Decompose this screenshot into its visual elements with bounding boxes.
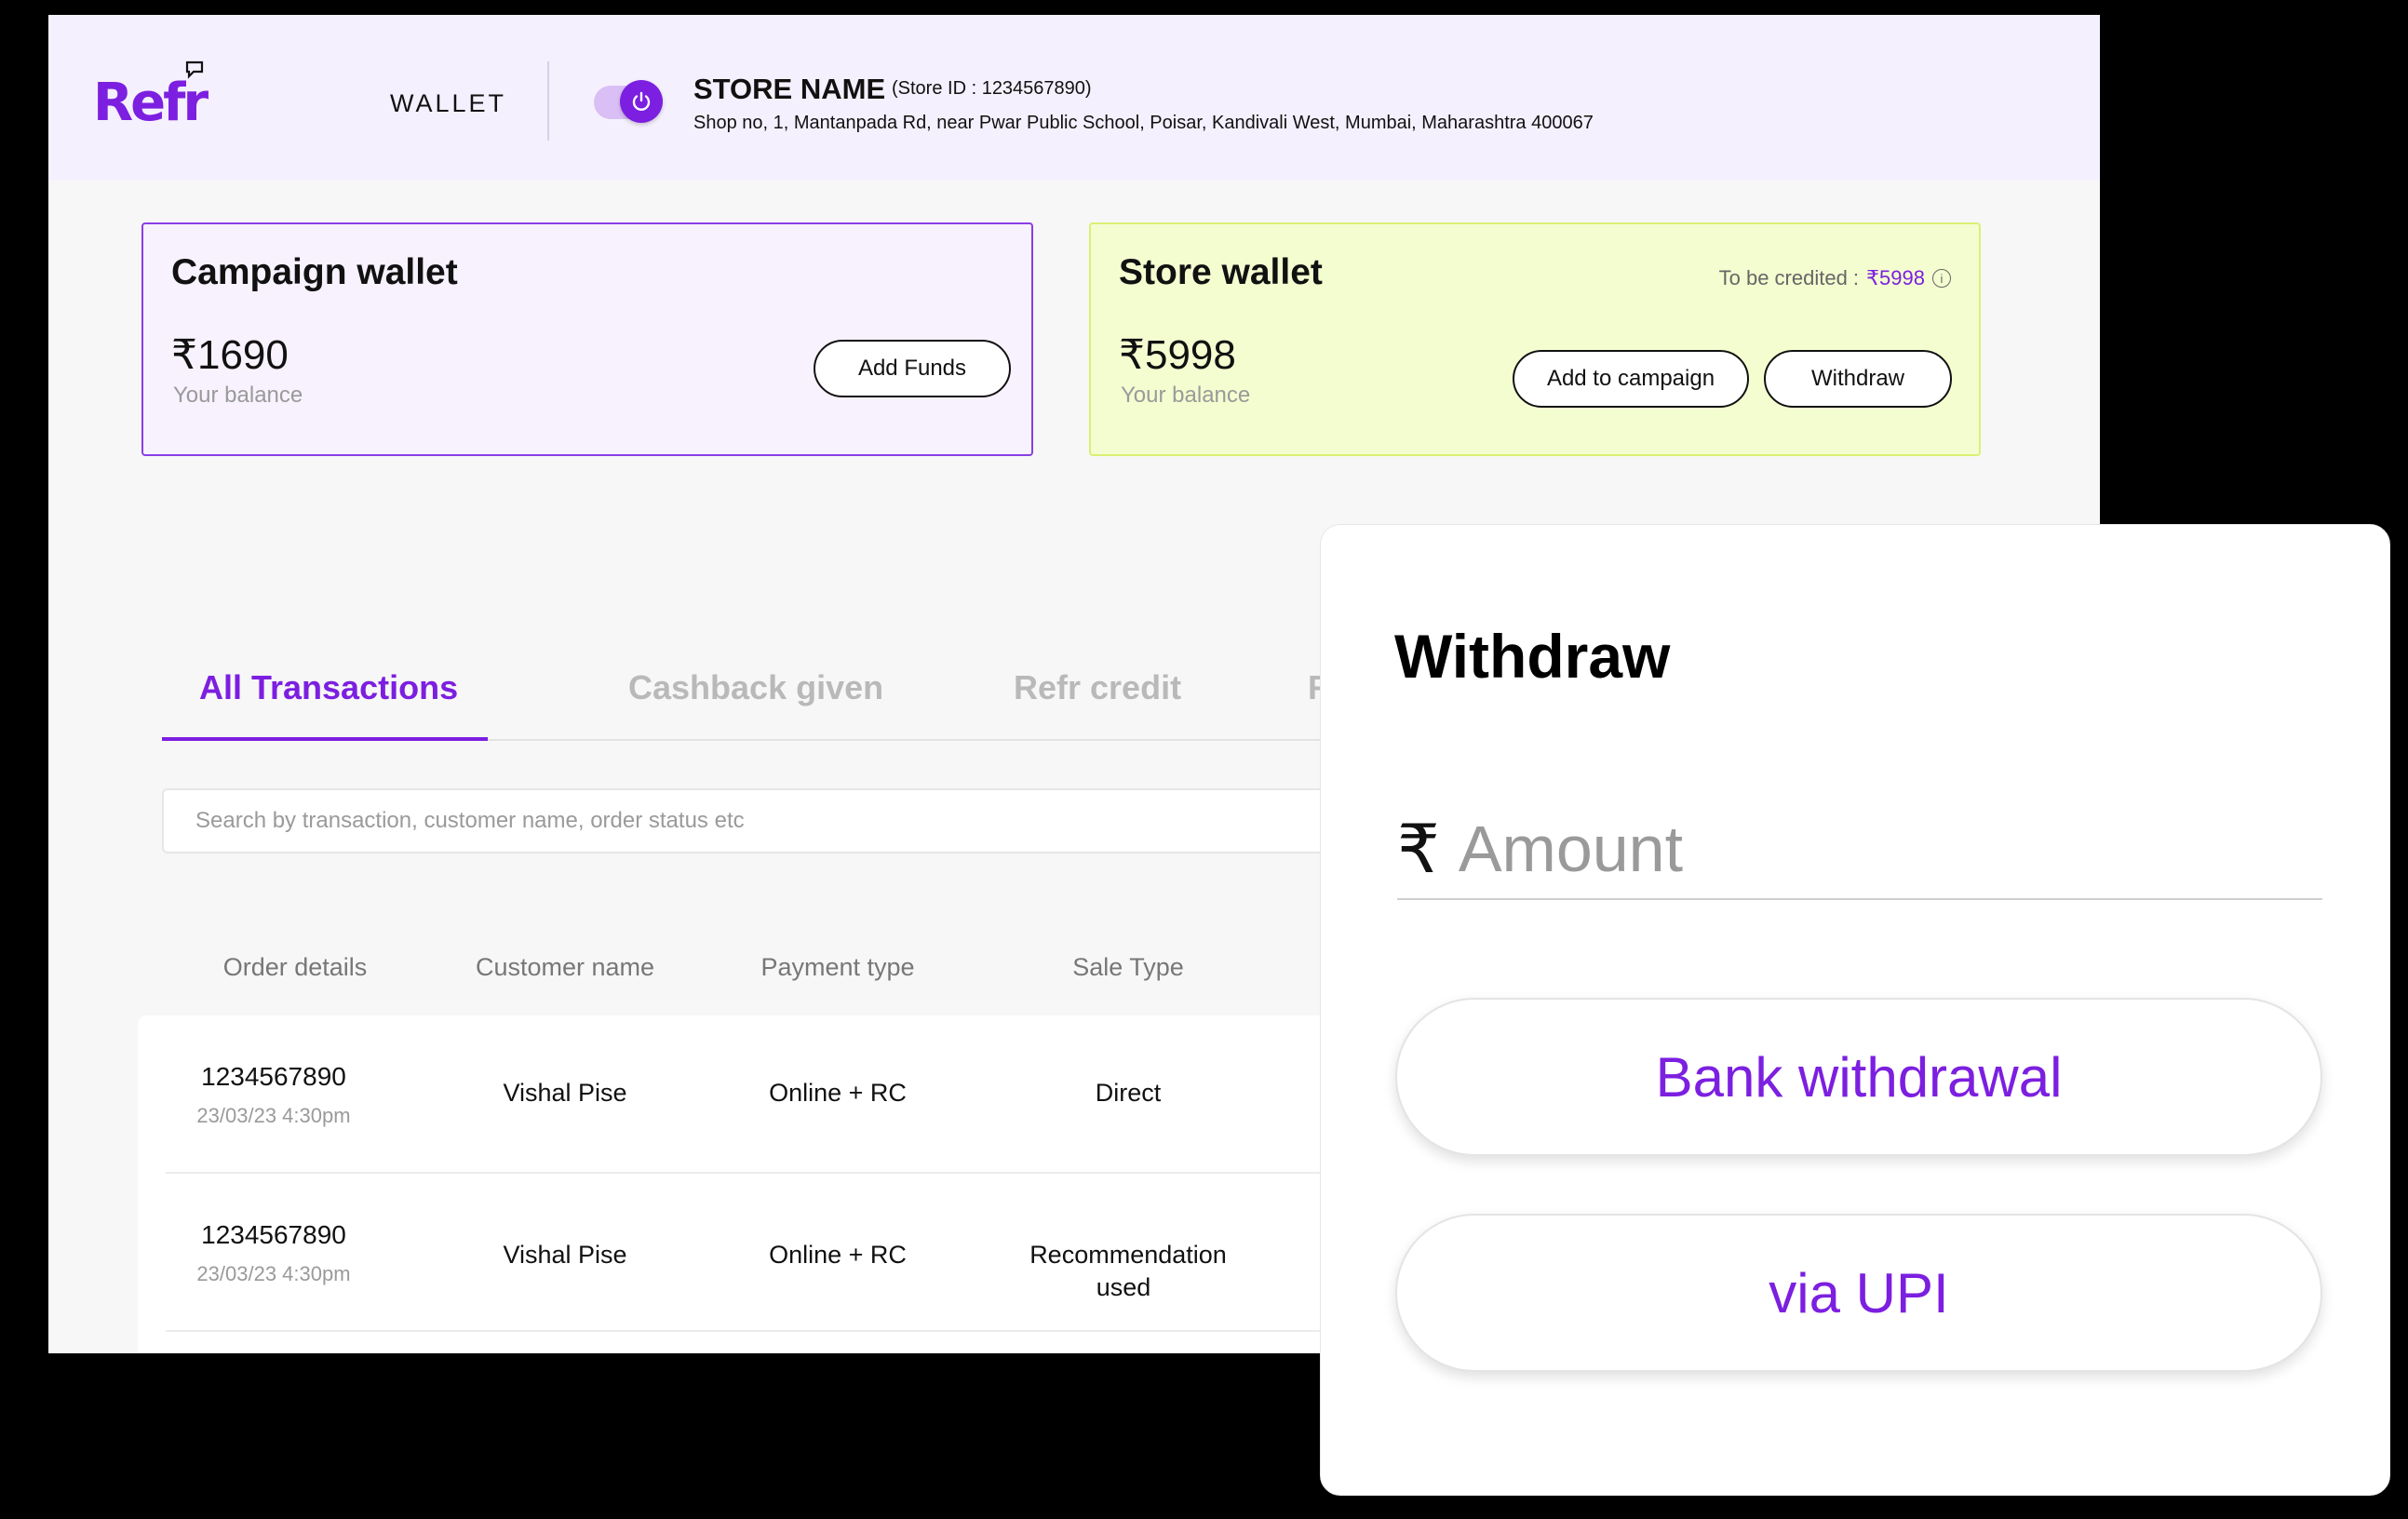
add-funds-button[interactable]: Add Funds: [814, 340, 1011, 397]
to-be-credited: To be credited : ₹5998 i: [1719, 266, 1951, 290]
order-date: 23/03/23 4:30pm: [196, 1262, 351, 1285]
nav-wallet-label[interactable]: WALLET: [390, 89, 506, 118]
transaction-tabs: All Transactions Cashback given Refr cre…: [162, 640, 1382, 741]
customer-name: Vishal Pise: [503, 1241, 627, 1269]
amount-field: ₹: [1397, 800, 2322, 900]
header-customer-name: Customer name: [475, 953, 655, 981]
header-order-details: Order details: [222, 953, 368, 981]
campaign-wallet-title: Campaign wallet: [171, 252, 458, 292]
campaign-wallet-card: Campaign wallet ₹1690 Your balance Add F…: [141, 222, 1033, 456]
withdraw-modal: Withdraw ₹ Bank withdrawal via UPI: [1320, 524, 2390, 1496]
payment-type: Online + RC: [769, 1241, 907, 1269]
info-icon[interactable]: i: [1932, 269, 1951, 288]
tab-all-transactions[interactable]: All Transactions: [199, 668, 458, 707]
table-row[interactable]: 1234567890 23/03/23 4:30pm Vishal Pise O…: [166, 1174, 1385, 1332]
store-status-toggle[interactable]: [594, 80, 663, 123]
store-balance-label: Your balance: [1121, 383, 1251, 408]
customer-name: Vishal Pise: [503, 1079, 627, 1107]
header-payment-type: Payment type: [760, 953, 915, 981]
store-name: STORE NAME: [693, 73, 886, 105]
add-to-campaign-button[interactable]: Add to campaign: [1513, 350, 1749, 408]
store-address: Shop no, 1, Mantanpada Rd, near Pwar Pub…: [693, 113, 1594, 133]
tab-cashback-given[interactable]: Cashback given: [628, 668, 883, 707]
toggle-knob: [620, 80, 663, 123]
store-wallet-card: Store wallet To be credited : ₹5998 i ₹5…: [1089, 222, 1981, 456]
transactions-table: 1234567890 23/03/23 4:30pm Vishal Pise O…: [138, 1015, 1385, 1353]
search-bar: [162, 788, 1372, 854]
order-id: 1234567890: [201, 1062, 346, 1091]
order-id: 1234567890: [201, 1220, 346, 1249]
rupee-icon: ₹: [1397, 813, 1440, 887]
active-tab-underline: [162, 737, 488, 741]
sale-type-line-1: Recommendation: [1029, 1241, 1227, 1269]
store-id: (Store ID : 1234567890): [892, 78, 1092, 99]
store-wallet-title: Store wallet: [1119, 252, 1323, 292]
header-sale-type: Sale Type: [1072, 953, 1184, 981]
header-divider: [547, 61, 549, 141]
order-date: 23/03/23 4:30pm: [196, 1104, 351, 1127]
withdraw-button[interactable]: Withdraw: [1764, 350, 1952, 408]
payment-type: Online + RC: [769, 1079, 907, 1107]
logo-speech-icon: [185, 60, 204, 79]
tab-refr-credit[interactable]: Refr credit: [1014, 668, 1181, 707]
campaign-wallet-balance: ₹1690: [171, 332, 289, 378]
power-icon: [632, 91, 651, 111]
refr-logo[interactable]: Refr: [93, 73, 209, 133]
app-header: Refr WALLET STORE NAME (Store ID : 12345…: [48, 15, 2100, 181]
campaign-balance-label: Your balance: [173, 383, 303, 408]
search-input[interactable]: [164, 790, 1370, 852]
sale-type: Direct: [1095, 1079, 1162, 1107]
credit-amount: ₹5998: [1866, 266, 1925, 289]
amount-input[interactable]: [1458, 812, 2259, 886]
sale-type-line-2: used: [1096, 1273, 1151, 1301]
modal-title: Withdraw: [1394, 622, 1671, 691]
credit-label: To be credited :: [1718, 266, 1860, 289]
table-row[interactable]: 1234567890 23/03/23 4:30pm Vishal Pise O…: [166, 1015, 1385, 1174]
upi-button[interactable]: via UPI: [1395, 1214, 2322, 1372]
bank-withdrawal-button[interactable]: Bank withdrawal: [1395, 998, 2322, 1156]
store-wallet-balance: ₹5998: [1119, 332, 1236, 378]
